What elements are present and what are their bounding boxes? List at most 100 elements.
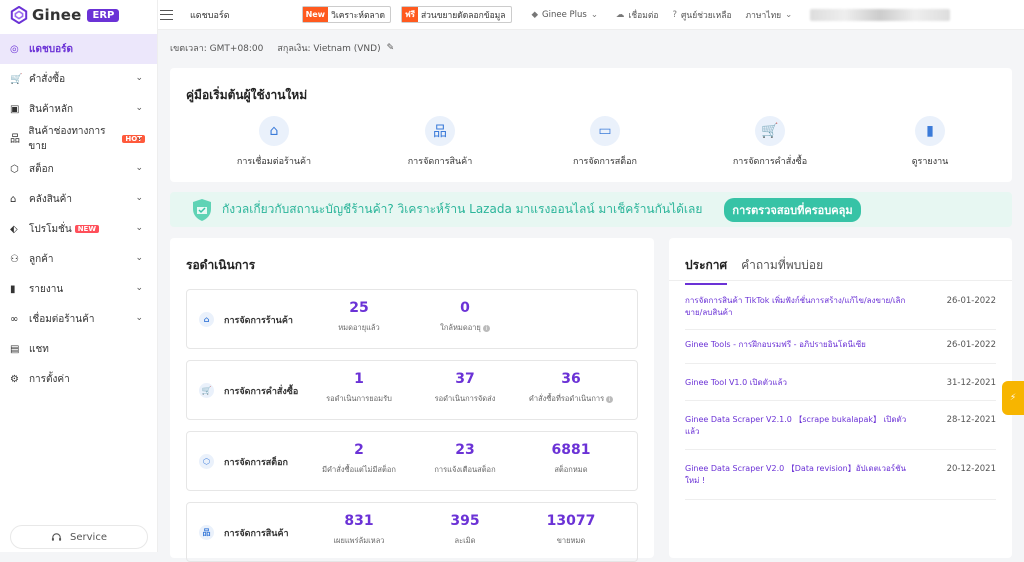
banner-text: กังวลเกี่ยวกับสถานะบัญชีร้านค้า? วิเคราะ…	[222, 202, 703, 216]
language-select[interactable]: ภาษาไทย ⌄	[746, 8, 797, 22]
sitemap-icon: 品	[199, 525, 214, 540]
stat-item[interactable]: 6881 สต็อกหมด	[511, 442, 631, 476]
chevron-down-icon: ⌄	[135, 283, 143, 293]
stat-value: 23	[455, 442, 475, 458]
topbar: แดชบอร์ด New วิเคราะห์ตลาด ฟรี ส่วนขยายด…	[158, 0, 1024, 30]
sidebar-item-label: การตั้งค่า	[29, 373, 70, 385]
logo[interactable]: Ginee ERP	[0, 0, 157, 30]
pending-card: 🛒 การจัดการคำสั่งซื้อ 1 รอดำเนินการยอมรับ 37…	[186, 360, 638, 420]
sidebar-item-label: สินค้าหลัก	[29, 103, 74, 115]
stat-label: ขายหมด	[511, 535, 631, 547]
stat-label: คำสั่งซื้อที่รอดำเนินการ i	[511, 393, 631, 405]
stat-value: 25	[349, 300, 369, 316]
info-icon[interactable]: i	[482, 324, 490, 332]
guide-step-3[interactable]: 🛒 การจัดการคำสั่งซื้อ	[710, 116, 830, 168]
guide-step-2[interactable]: ▭ การจัดการสต็อก	[545, 116, 665, 168]
pending-card: ⬡ การจัดการสต็อก 2 มีคำสั่งซื้อแต่ไม่มีสต็อ…	[186, 431, 638, 491]
pending-card-label: ⬡ การจัดการสต็อก	[199, 454, 288, 469]
announcement-link[interactable]: Ginee Data Scraper V2.1.0 【scrape bukala…	[685, 414, 915, 449]
connect-menu[interactable]: ☁ เชื่อมต่อ	[616, 8, 659, 22]
stat-value: 1	[354, 371, 364, 387]
pending-title: รอดำเนินการ	[186, 258, 256, 272]
info-icon[interactable]: i	[606, 395, 614, 403]
erp-badge: ERP	[87, 8, 120, 22]
stat-item[interactable]: 831 เผยแพร่ล้มเหลว	[299, 513, 419, 547]
stat-value: 13077	[546, 513, 596, 529]
pending-panel: รอดำเนินการ ⌂ การจัดการร้านค้า 25 หมดอายุแล…	[170, 238, 654, 562]
help-center-link[interactable]: ? ศูนย์ช่วยเหลือ	[673, 8, 732, 22]
guide-step-4[interactable]: ▮ ดูรายงาน	[870, 116, 990, 168]
sidebar-item-7[interactable]: ⚇ ลูกค้า ⌄	[0, 244, 157, 274]
sidebar-item-label: เชื่อมต่อร้านค้า	[29, 313, 95, 325]
announcement-link[interactable]: Ginee Data Scraper V2.0 【Data revision】อ…	[685, 463, 915, 499]
new-badge: New	[302, 7, 329, 22]
announcement-link[interactable]: การจัดการสินค้า TikTok เพิ่มฟังก์ชั่นการ…	[685, 295, 915, 329]
stat-label-text: รอดำเนินการยอมรับ	[326, 394, 392, 403]
sidebar-item-0[interactable]: ◎ แดชบอร์ด	[0, 34, 157, 64]
sidebar-item-label: ลูกค้า	[29, 253, 54, 265]
sidebar-item-10[interactable]: ▤ แชท	[0, 334, 157, 364]
stat-item[interactable]: 37 รอดำเนินการจัดส่ง	[405, 371, 525, 405]
stat-label: สต็อกหมด	[511, 464, 631, 476]
chevron-down-icon: ⌄	[135, 73, 143, 83]
connect-label: เชื่อมต่อ	[628, 10, 659, 21]
stat-label-text: การแจ้งเตือนสต็อก	[434, 465, 496, 474]
cart-icon: 🛒	[10, 73, 23, 85]
stat-item[interactable]: 36 คำสั่งซื้อที่รอดำเนินการ i	[511, 371, 631, 405]
cart-icon: 🛒	[755, 116, 785, 146]
pending-card: ⌂ การจัดการร้านค้า 25 หมดอายุแล้ว 0 ใกล้หมดอา…	[186, 289, 638, 349]
stat-item[interactable]: 0 ใกล้หมดอายุ i	[405, 300, 525, 334]
announcement-date: 31-12-2021	[946, 378, 996, 388]
scraper-extension-button[interactable]: ฟรี ส่วนขยายดัดลอกข้อมูล	[400, 6, 512, 23]
stat-label: รอดำเนินการยอมรับ	[299, 393, 419, 405]
pending-card: 品 การจัดการสินค้า 831 เผยแพร่ล้มเหลว 395 ละเม…	[186, 502, 638, 562]
stat-label: ละเมิด	[405, 535, 525, 547]
stat-item[interactable]: 2 มีคำสั่งซื้อแต่ไม่มีสต็อก	[299, 442, 419, 476]
sidebar-item-label: สินค้าช่องทางการขาย	[28, 126, 106, 152]
stat-item[interactable]: 25 หมดอายุแล้ว	[299, 300, 419, 334]
lightning-icon: ⚡	[1009, 393, 1017, 403]
sidebar-item-2[interactable]: ▣ สินค้าหลัก ⌄	[0, 94, 157, 124]
stat-value: 36	[561, 371, 581, 387]
announcement-row: Ginee Data Scraper V2.0 【Data revision】อ…	[685, 463, 996, 500]
sidebar-item-3[interactable]: 品สินค้าช่องทางการขาย HOT ⌄	[0, 124, 157, 154]
sidebar-item-9[interactable]: ∞ เชื่อมต่อร้านค้า ⌄	[0, 304, 157, 334]
sidebar-item-8[interactable]: ▮ รายงาน ⌄	[0, 274, 157, 304]
free-badge: ฟรี	[401, 7, 418, 22]
sidebar-item-label: แชท	[29, 343, 49, 355]
timezone-text: เขตเวลา: GMT+08:00	[170, 44, 264, 54]
sidebar-item-5[interactable]: ⌂ คลังสินค้า ⌄	[0, 184, 157, 214]
sidebar-item-6[interactable]: ⬖ โปรโมชั่น NEW ⌄	[0, 214, 157, 244]
menu-toggle-icon[interactable]	[160, 9, 173, 20]
stat-item[interactable]: 23 การแจ้งเตือนสต็อก	[405, 442, 525, 476]
stat-item[interactable]: 395 ละเมิด	[405, 513, 525, 547]
comprehensive-check-button[interactable]: การตรวจสอบที่ครอบคลุม	[724, 197, 861, 222]
account-name-blurred[interactable]	[810, 8, 951, 21]
sidebar-item-label: รายงาน	[29, 283, 64, 295]
ginee-plus-menu[interactable]: ◆ Ginee Plus ⌄	[532, 10, 602, 20]
announcement-link[interactable]: Ginee Tools - การฝึกอบรมฟรี - อภิปรายอิน…	[685, 339, 915, 363]
stat-value: 37	[455, 371, 475, 387]
sidebar-item-1[interactable]: 🛒 คำสั่งซื้อ ⌄	[0, 64, 157, 94]
new-badge: NEW	[74, 225, 100, 233]
edit-icon[interactable]: ✎	[387, 43, 395, 53]
pending-card-title: การจัดการสินค้า	[224, 528, 289, 539]
stat-label-text: ละเมิด	[454, 536, 476, 545]
stat-item[interactable]: 1 รอดำเนินการยอมรับ	[299, 371, 419, 405]
stat-label-text: มีคำสั่งซื้อแต่ไม่มีสต็อก	[322, 465, 396, 474]
announcement-link[interactable]: Ginee Tool V1.0 เปิดตัวแล้ว	[685, 377, 915, 400]
headset-icon	[51, 532, 62, 541]
floating-helper-button[interactable]: ⚡	[1002, 381, 1024, 415]
scraper-extension-label: ส่วนขยายดัดลอกข้อมูล	[420, 10, 506, 21]
service-button[interactable]: Service	[10, 525, 148, 549]
guide-step-0[interactable]: ⌂ การเชื่อมต่อร้านค้า	[214, 116, 334, 168]
pending-card-label: ⌂ การจัดการร้านค้า	[199, 312, 293, 327]
stat-label: รอดำเนินการจัดส่ง	[405, 393, 525, 405]
chevron-down-icon: ⌄	[135, 103, 143, 113]
sidebar-item-11[interactable]: ⚙ การตั้งค่า	[0, 364, 157, 394]
stat-item[interactable]: 13077 ขายหมด	[511, 513, 631, 547]
guide-step-1[interactable]: 品 การจัดการสินค้า	[380, 116, 500, 168]
market-analysis-button[interactable]: New วิเคราะห์ตลาด	[301, 6, 391, 23]
sidebar-item-4[interactable]: ⬡ สต็อก ⌄	[0, 154, 157, 184]
dashboard-icon: ◎	[10, 43, 19, 55]
